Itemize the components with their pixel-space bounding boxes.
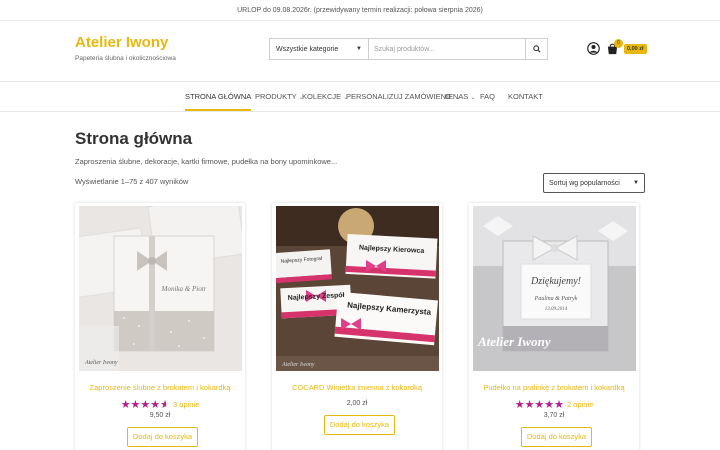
nav-item-products[interactable]: PRODUKTY ⌄ [255,82,304,111]
watermark: Atelier Iwony [281,362,315,368]
main-navigation: STRONA GŁÓWNA PRODUKTY ⌄ KOLEKCJE ⌄ PERSON… [0,81,720,112]
nav-label: O NAS [445,92,469,101]
add-to-cart-button[interactable]: Dodaj do koszyka [521,427,592,447]
product-photo: Dziękujemy! Paulina & Patryk 13.09.2014 … [473,206,636,371]
page-description: Zaproszenia ślubne, dekoracje, kartki fi… [75,157,338,166]
nav-item-home[interactable]: STRONA GŁÓWNA [185,82,252,111]
product-price: 9,50 zł [149,412,171,419]
product-rating: ★★★★★ 3 opinie [75,398,245,411]
product-title[interactable]: Pudełko na pralinkę z brokatem i kokardk… [469,383,639,392]
product-card[interactable]: Monika & Piotr Atelier Iwony Zaproszenie… [75,203,245,450]
chevron-down-icon: ▼ [633,180,639,186]
page-title: Strona główna [75,129,193,148]
cart-count-badge: 0 [614,39,623,48]
nav-label: STRONA GŁÓWNA [185,92,252,101]
cart-total[interactable]: 0,00 zł [624,44,647,54]
chevron-down-icon: ▼ [356,46,362,52]
site-tagline: Papeteria ślubna i okolicznościowa [75,55,176,62]
search-icon [532,45,541,53]
nav-item-collections[interactable]: KOLEKCJE ⌄ [302,82,348,111]
watermark: Atelier Iwony [84,360,118,366]
sort-select[interactable]: Sortuj wg popularności ▼ [543,173,645,193]
product-search: Wszystkie kategorie ▼ Szukaj produktów..… [269,38,548,60]
product-image[interactable]: Dziękujemy! Paulina & Patryk 13.09.2014 … [473,206,636,371]
product-photo: Najlepszy Fotograf Najlepszy Kierowca Na… [276,206,439,371]
nav-label: PERSONALIZUJ ZAMÓWIENIE [346,92,454,101]
nav-label: PRODUKTY [255,92,297,101]
product-card[interactable]: Dziękujemy! Paulina & Patryk 13.09.2014 … [469,203,639,450]
category-select[interactable]: Wszystkie kategorie ▼ [270,39,369,59]
product-rating: ★★★★★ 2 opinie [469,398,639,411]
product-card[interactable]: Najlepszy Fotograf Najlepszy Kierowca Na… [272,203,442,450]
nav-item-contact[interactable]: KONTAKT [508,82,543,111]
search-button[interactable] [525,39,547,59]
product-price: 3,70 zł [543,412,565,419]
nav-item-about[interactable]: O NAS ⌄ [445,82,475,111]
brand[interactable]: Atelier Iwony Papeteria ślubna i okolicz… [75,34,176,62]
nav-label: FAQ [480,92,496,101]
image-date: 13.09.2014 [545,307,568,312]
add-to-cart-button[interactable]: Dodaj do koszyka [324,415,395,435]
results-count: Wyświetlanie 1–75 z 407 wyników [75,177,189,186]
star-rating-icon: ★★★★★ [514,399,565,411]
image-caption: Dziękujemy! [530,276,581,287]
top-notice-bar: URLOP do 09.08.2026r. (przewidywany term… [0,0,720,21]
review-count[interactable]: 3 opinie [173,400,199,409]
chevron-down-icon: ⌄ [470,95,476,101]
add-to-cart-button[interactable]: Dodaj do koszyka [127,427,198,447]
image-caption: Monika & Piotr [161,285,207,293]
search-input[interactable]: Szukaj produktów... [369,39,525,59]
search-placeholder: Szukaj produktów... [374,45,435,53]
nav-item-personalize[interactable]: PERSONALIZUJ ZAMÓWIENIE ⌄ [346,82,460,111]
category-select-value: Wszystkie kategorie [276,45,339,53]
review-count[interactable]: 2 opinie [567,400,593,409]
site-header: Atelier Iwony Papeteria ślubna i okolicz… [0,21,720,81]
site-title[interactable]: Atelier Iwony [75,34,176,51]
watermark: Atelier Iwony [477,334,551,349]
sort-select-value: Sortuj wg popularności [549,179,620,187]
product-image[interactable]: Monika & Piotr Atelier Iwony [79,206,242,371]
product-title[interactable]: Zaproszenie ślubne z brokatem i kokardką [75,383,245,392]
star-rating-icon: ★★★★★ [121,398,170,411]
product-price: 2,00 zł [346,400,368,407]
nav-label: KOLEKCJE [302,92,342,101]
notice-text: URLOP do 09.08.2026r. (przewidywany term… [237,7,483,14]
account-icon[interactable] [587,42,600,55]
image-subcaption: Paulina & Patryk [534,296,578,302]
product-photo: Monika & Piotr Atelier Iwony [79,206,242,371]
product-title[interactable]: COCARD Winietka imienna z kokardką [272,383,442,392]
nav-item-faq[interactable]: FAQ [480,82,495,111]
product-image[interactable]: Najlepszy Fotograf Najlepszy Kierowca Na… [276,206,439,371]
nav-label: KONTAKT [508,92,543,101]
